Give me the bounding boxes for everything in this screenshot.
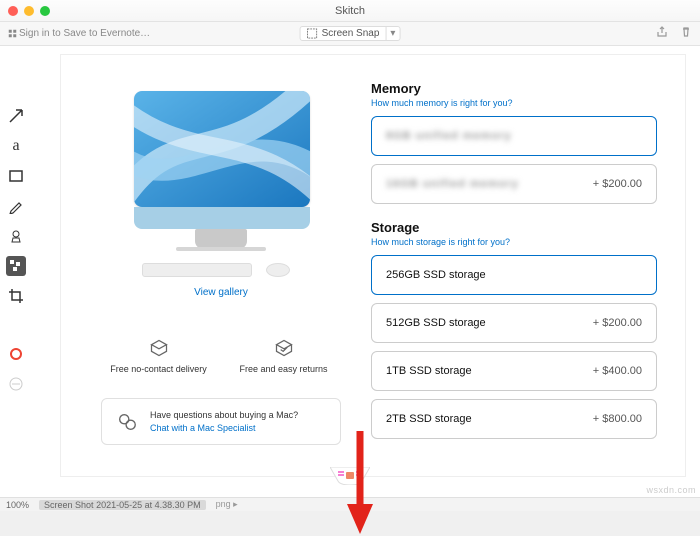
drag-tray[interactable] — [330, 467, 370, 485]
storage-option-2-label: 512GB SSD storage — [386, 317, 486, 329]
wallpaper-icon — [134, 91, 310, 207]
rectangle-tool[interactable] — [6, 166, 26, 186]
tool-rail: a — [0, 46, 32, 497]
screen-snap-icon — [307, 28, 318, 39]
close-window-button[interactable] — [8, 6, 18, 16]
zoom-window-button[interactable] — [40, 6, 50, 16]
delivery-feature: Free no-contact delivery — [101, 338, 216, 374]
storage-option-1-label: 256GB SSD storage — [386, 269, 486, 281]
arrow-tool[interactable] — [6, 106, 26, 126]
capture-mode-dropdown[interactable]: Screen Snap ▾ — [300, 26, 401, 41]
grid-icon — [8, 29, 17, 38]
view-gallery-link[interactable]: View gallery — [194, 287, 248, 298]
storage-option-3-label: 1TB SSD storage — [386, 365, 472, 377]
window-title: Skitch — [335, 5, 365, 17]
returns-label: Free and easy returns — [239, 364, 327, 374]
sign-in-link[interactable]: Sign in to Save to Evernote… — [8, 28, 150, 39]
memory-option-2[interactable]: 16GB unified memory + $200.00 — [371, 164, 657, 204]
canvas[interactable]: View gallery Free no-contact delivery Fr… — [60, 54, 686, 477]
watermark: wsxdn.com — [646, 485, 696, 495]
filename-field[interactable]: Screen Shot 2021-05-25 at 4.38.30 PM — [39, 500, 206, 510]
color-picker[interactable] — [6, 344, 26, 364]
share-button[interactable] — [656, 25, 668, 43]
pen-tool[interactable] — [6, 196, 26, 216]
storage-helper-link[interactable]: How much storage is right for you? — [371, 237, 657, 247]
crop-tool[interactable] — [6, 286, 26, 306]
mouse-icon — [266, 263, 290, 277]
status-bar: 100% Screen Shot 2021-05-25 at 4.38.30 P… — [0, 497, 700, 511]
zoom-level[interactable]: 100% — [6, 500, 29, 510]
memory-option-2-price: + $200.00 — [593, 178, 642, 190]
questions-box: Have questions about buying a Mac? Chat … — [101, 398, 341, 445]
chat-icon — [116, 411, 138, 433]
chevron-down-icon[interactable]: ▾ — [385, 27, 399, 40]
storage-option-4[interactable]: 2TB SSD storage + $800.00 — [371, 399, 657, 439]
product-column: View gallery Free no-contact delivery Fr… — [101, 81, 341, 447]
memory-title: Memory — [371, 81, 657, 96]
memory-helper-link[interactable]: How much memory is right for you? — [371, 98, 657, 108]
captured-page: View gallery Free no-contact delivery Fr… — [61, 55, 685, 476]
file-extension[interactable]: png ▸ — [216, 499, 238, 510]
storage-title: Storage — [371, 220, 657, 235]
stroke-width-picker[interactable] — [6, 374, 26, 394]
config-column: Memory How much memory is right for you?… — [371, 81, 657, 447]
toolbar: Sign in to Save to Evernote… Screen Snap… — [0, 22, 700, 46]
titlebar: Skitch — [0, 0, 700, 22]
chat-specialist-link[interactable]: Chat with a Mac Specialist — [150, 422, 298, 435]
memory-option-2-label: 16GB unified memory — [386, 178, 519, 190]
text-tool[interactable]: a — [6, 136, 26, 156]
delivery-label: Free no-contact delivery — [110, 364, 207, 374]
box-icon — [149, 338, 169, 358]
minimize-window-button[interactable] — [24, 6, 34, 16]
memory-option-1-label: 8GB unified memory — [386, 130, 512, 142]
workspace: a — [0, 46, 700, 497]
keyboard-icon — [142, 263, 252, 277]
returns-feature: Free and easy returns — [226, 338, 341, 374]
stamp-tool[interactable] — [6, 226, 26, 246]
pixelate-tool[interactable] — [6, 256, 26, 276]
capture-mode-label: Screen Snap — [322, 28, 380, 39]
window-controls — [8, 6, 50, 16]
memory-option-1[interactable]: 8GB unified memory — [371, 116, 657, 156]
storage-option-3-price: + $400.00 — [593, 365, 642, 377]
sign-in-label: Sign in to Save to Evernote… — [19, 28, 150, 39]
imac-image — [126, 91, 316, 251]
storage-option-4-price: + $800.00 — [593, 413, 642, 425]
delete-button[interactable] — [680, 25, 692, 43]
storage-option-2[interactable]: 512GB SSD storage + $200.00 — [371, 303, 657, 343]
storage-option-2-price: + $200.00 — [593, 317, 642, 329]
storage-option-1[interactable]: 256GB SSD storage — [371, 255, 657, 295]
storage-option-4-label: 2TB SSD storage — [386, 413, 472, 425]
questions-text: Have questions about buying a Mac? — [150, 409, 298, 422]
storage-option-3[interactable]: 1TB SSD storage + $400.00 — [371, 351, 657, 391]
returns-icon — [274, 338, 294, 358]
